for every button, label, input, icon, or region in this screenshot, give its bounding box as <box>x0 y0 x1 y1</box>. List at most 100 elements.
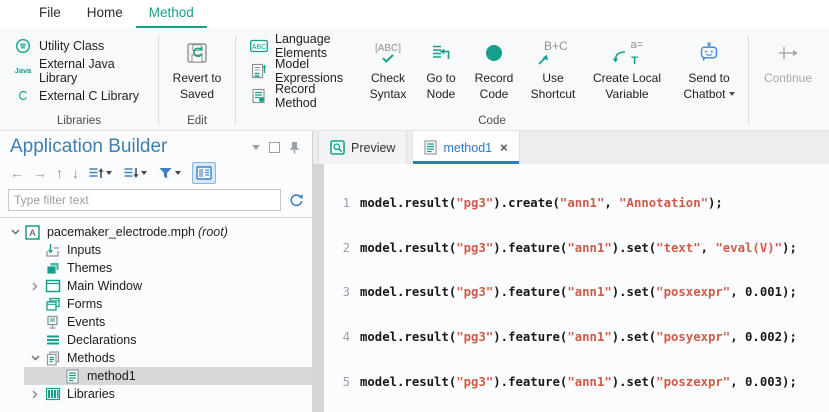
show-node-settings-toggle[interactable] <box>192 162 216 184</box>
external-java-library-label: External Java Library <box>39 57 150 85</box>
java-icon: Java <box>14 63 32 79</box>
tree-item-label: method1 <box>87 369 136 383</box>
check-syntax-icon: [ABC] <box>375 35 401 71</box>
expand-list-down-button[interactable] <box>119 162 153 184</box>
model-expressions-button[interactable]: Model Expressions <box>242 58 356 83</box>
use-shortcut-button[interactable]: B+C Use Shortcut <box>522 28 584 102</box>
editor-marker-ruler <box>313 164 324 412</box>
app-root-icon: A <box>24 224 41 240</box>
sidebar-item-methods[interactable]: Methods <box>0 349 312 367</box>
go-to-node-icon <box>430 35 452 71</box>
sidebar-item-method1[interactable]: method1 <box>0 367 312 385</box>
chevron-collapsed-icon[interactable] <box>26 390 44 399</box>
external-c-library-label: External C Library <box>39 89 139 103</box>
language-elements-button[interactable]: ABC Language Elements <box>242 33 356 58</box>
panel-maximize-icon[interactable] <box>269 142 280 153</box>
tree-root-item[interactable]: A pacemaker_electrode.mph (root) <box>0 223 312 241</box>
revert-to-saved-icon <box>184 35 210 71</box>
record-code-button[interactable]: Record Code <box>466 28 522 102</box>
ribbon-group-libraries: Utility Class Java External Java Library… <box>0 28 158 130</box>
chevron-down-icon <box>141 171 147 175</box>
events-icon <box>44 314 61 330</box>
record-code-label: Record Code <box>466 71 522 102</box>
move-down-button[interactable]: ↓ <box>68 162 83 184</box>
create-local-variable-icon: a= T <box>611 35 643 71</box>
svg-text:A: A <box>29 228 35 238</box>
line-number: 5 <box>324 375 360 389</box>
chevron-collapsed-icon[interactable] <box>26 282 44 291</box>
tree-item-label: pacemaker_electrode.mph <box>47 225 195 239</box>
sidebar-item-main-window[interactable]: Main Window <box>0 277 312 295</box>
code-line[interactable]: 2model.result("pg3").feature("ann1").set… <box>324 240 829 257</box>
close-icon[interactable]: × <box>500 140 508 155</box>
tree-item-label: Main Window <box>67 279 142 293</box>
utility-class-button[interactable]: Utility Class <box>6 33 158 58</box>
application-builder-panel: Application Builder ← → ↑ ↓ <box>0 131 313 412</box>
ribbon-group-label-libraries: Libraries <box>0 115 158 127</box>
sidebar-item-forms[interactable]: Forms <box>0 295 312 313</box>
language-elements-label: Language Elements <box>275 32 348 60</box>
tree-item-label: Libraries <box>67 387 115 401</box>
filter-button[interactable] <box>154 162 187 184</box>
code-line[interactable]: 3model.result("pg3").feature("ann1").set… <box>324 284 829 301</box>
go-to-node-button[interactable]: Go to Node <box>416 28 466 102</box>
tab-preview[interactable]: Preview <box>318 131 407 164</box>
chevron-expanded-icon[interactable] <box>26 355 44 361</box>
svg-text:ABC: ABC <box>252 44 266 51</box>
forward-button[interactable]: → <box>29 162 51 184</box>
create-local-variable-button[interactable]: a= T Create Local Variable <box>584 28 670 102</box>
move-up-button[interactable]: ↑ <box>52 162 67 184</box>
tab-file[interactable]: File <box>26 0 74 28</box>
continue-button[interactable]: Continue <box>753 28 823 130</box>
line-number: 1 <box>324 196 360 210</box>
sidebar-item-themes[interactable]: Themes <box>0 259 312 277</box>
external-c-library-button[interactable]: C External C Library <box>6 83 158 108</box>
tab-method[interactable]: Method <box>136 0 207 28</box>
utility-class-label: Utility Class <box>39 39 104 53</box>
code-line[interactable]: 4model.result("pg3").feature("ann1").set… <box>324 329 829 346</box>
sidebar-item-events[interactable]: Events <box>0 313 312 331</box>
panel-menu-chevron-icon[interactable] <box>252 145 260 150</box>
check-syntax-label: Check Syntax <box>360 71 416 102</box>
panel-pin-icon[interactable] <box>289 141 300 154</box>
chevron-expanded-icon[interactable] <box>6 229 24 235</box>
sidebar-item-declarations[interactable]: Declarations <box>0 331 312 349</box>
check-syntax-button[interactable]: [ABC] Check Syntax <box>360 28 416 102</box>
record-code-icon <box>484 35 504 71</box>
tree-item-label: Methods <box>67 351 115 365</box>
code-editor[interactable]: 1model.result("pg3").create("ann1", "Ann… <box>324 164 829 412</box>
send-to-chatbot-button[interactable]: Send to Chatbot <box>670 28 748 102</box>
sidebar-item-inputs[interactable]: Inputs <box>0 241 312 259</box>
code-line[interactable]: 1model.result("pg3").create("ann1", "Ann… <box>324 195 829 212</box>
method-doc-icon <box>64 368 81 384</box>
methods-icon <box>44 350 61 366</box>
expand-list-up-button[interactable] <box>84 162 118 184</box>
model-expressions-label: Model Expressions <box>275 57 348 85</box>
use-shortcut-icon: B+C <box>536 35 570 71</box>
tree-item-label: Forms <box>67 297 102 311</box>
external-java-library-button[interactable]: Java External Java Library <box>6 58 158 83</box>
ribbon-group-label-edit: Edit <box>159 115 235 127</box>
method-doc-icon <box>424 140 437 155</box>
tree-item-label: Declarations <box>67 333 136 347</box>
code-line[interactable]: 5model.result("pg3").feature("ann1").set… <box>324 373 829 390</box>
continue-label: Continue <box>764 71 812 87</box>
tree-item-label: Themes <box>67 261 112 275</box>
back-button[interactable]: ← <box>6 162 28 184</box>
record-method-button[interactable]: Record Method <box>242 83 356 108</box>
sidebar-item-libraries[interactable]: Libraries <box>0 385 312 403</box>
tab-home[interactable]: Home <box>74 0 136 28</box>
forward-arrow-icon: → <box>33 166 47 180</box>
record-method-label: Record Method <box>275 82 348 110</box>
application-tree: A pacemaker_electrode.mph (root) Inputs … <box>0 217 312 412</box>
refresh-icon[interactable] <box>289 193 304 208</box>
tab-method1[interactable]: method1 × <box>412 131 519 164</box>
continue-icon <box>776 35 800 71</box>
node-settings-icon <box>196 166 212 180</box>
model-expressions-icon <box>250 63 268 79</box>
tree-item-label: Inputs <box>67 243 101 257</box>
line-number: 3 <box>324 285 360 299</box>
ribbon-group-label-code: Code <box>236 115 748 127</box>
tree-filter-input[interactable] <box>8 189 281 211</box>
libraries-icon <box>44 386 61 402</box>
